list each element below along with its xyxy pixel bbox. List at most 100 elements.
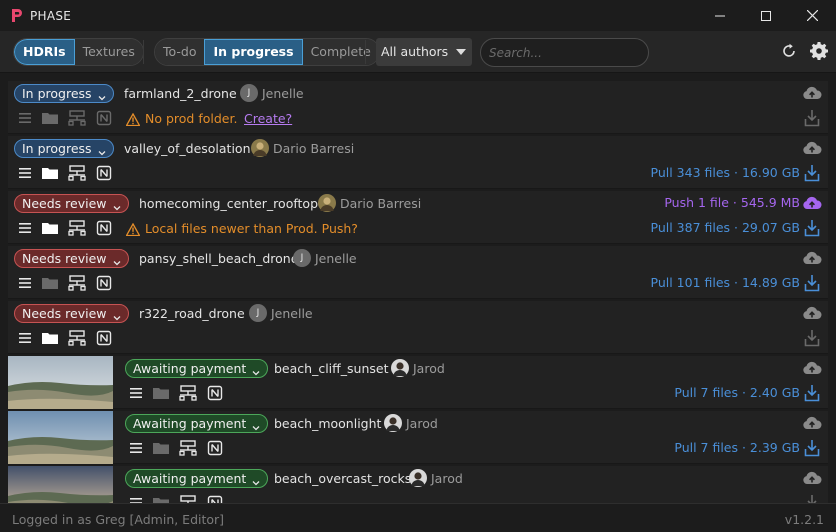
status-dropdown[interactable]: Needs review bbox=[14, 194, 129, 213]
notion-icon[interactable] bbox=[96, 220, 114, 236]
menu-icon[interactable] bbox=[16, 275, 34, 291]
pull-button[interactable]: Pull 7 files · 2.40 GB bbox=[674, 385, 800, 400]
status-dropdown[interactable]: Awaiting payment bbox=[125, 469, 269, 488]
download-icon[interactable] bbox=[804, 109, 820, 127]
menu-icon[interactable] bbox=[16, 330, 34, 346]
status-dropdown[interactable]: In progress bbox=[14, 139, 114, 158]
chevron-down-icon bbox=[113, 254, 121, 266]
folder-icon[interactable] bbox=[152, 385, 170, 401]
cloud-upload-icon[interactable] bbox=[802, 415, 822, 431]
folder-icon[interactable] bbox=[41, 165, 59, 181]
status-filter-tabs: To-do In progress Complete bbox=[154, 38, 380, 66]
notion-icon[interactable] bbox=[96, 110, 114, 126]
hdri-thumbnail[interactable] bbox=[8, 411, 113, 464]
status-label: In progress bbox=[22, 141, 92, 156]
menu-icon[interactable] bbox=[16, 165, 34, 181]
cloud-upload-icon[interactable] bbox=[802, 250, 822, 266]
search-input[interactable] bbox=[480, 38, 649, 67]
authors-dropdown[interactable]: All authors bbox=[376, 38, 472, 66]
asset-row: In progress valley_of_desolation Dario Bar… bbox=[8, 136, 828, 189]
network-share-icon[interactable] bbox=[67, 330, 87, 346]
notion-icon[interactable] bbox=[207, 385, 225, 401]
download-icon[interactable] bbox=[804, 329, 820, 347]
folder-icon[interactable] bbox=[41, 330, 59, 346]
tab-to-do[interactable]: To-do bbox=[155, 39, 205, 65]
cloud-upload-icon[interactable] bbox=[802, 85, 822, 101]
notion-icon[interactable] bbox=[207, 440, 225, 456]
folder-icon[interactable] bbox=[41, 110, 59, 126]
pull-button[interactable]: Pull 387 files · 29.07 GB bbox=[651, 220, 800, 235]
pull-button[interactable]: Pull 343 files · 16.90 GB bbox=[651, 165, 800, 180]
cloud-upload-icon[interactable] bbox=[802, 360, 822, 376]
network-share-icon[interactable] bbox=[178, 495, 198, 503]
folder-icon[interactable] bbox=[41, 220, 59, 236]
chevron-down-icon bbox=[113, 199, 121, 211]
status-dropdown[interactable]: Awaiting payment bbox=[125, 414, 269, 433]
notion-icon[interactable] bbox=[207, 495, 225, 503]
network-share-icon[interactable] bbox=[67, 220, 87, 236]
tab-complete[interactable]: Complete bbox=[302, 39, 379, 65]
author-avatar bbox=[318, 194, 336, 212]
warning-text: No prod folder. bbox=[145, 111, 238, 126]
author-name: Dario Barresi bbox=[273, 141, 355, 156]
menu-icon[interactable] bbox=[127, 440, 145, 456]
asset-row: Needs review homecoming_center_rooftop Dar… bbox=[8, 191, 828, 244]
download-icon[interactable] bbox=[804, 164, 820, 182]
asset-row: Awaiting payment beach_cliff_sunset Jarod P… bbox=[8, 356, 828, 409]
tab-hdris[interactable]: HDRIs bbox=[14, 39, 75, 65]
author-avatar bbox=[251, 139, 269, 157]
status-dropdown[interactable]: In progress bbox=[14, 84, 114, 103]
cloud-upload-icon[interactable] bbox=[802, 470, 822, 486]
network-share-icon[interactable] bbox=[67, 165, 87, 181]
title-bar: PHASE bbox=[0, 0, 836, 31]
hdri-thumbnail[interactable] bbox=[8, 356, 113, 409]
author-avatar: J bbox=[240, 84, 258, 102]
status-label: Needs review bbox=[22, 251, 107, 266]
tab-in-progress[interactable]: In progress bbox=[204, 39, 303, 65]
chevron-down-icon bbox=[252, 364, 260, 376]
notion-icon[interactable] bbox=[96, 165, 114, 181]
push-button[interactable]: Push 1 file · 545.9 MB bbox=[664, 195, 800, 210]
status-dropdown[interactable]: Needs review bbox=[14, 304, 129, 323]
pull-button[interactable]: Pull 7 files · 2.39 GB bbox=[674, 440, 800, 455]
author-avatar: J bbox=[249, 304, 267, 322]
version-label: v1.2.1 bbox=[784, 512, 824, 527]
notion-icon[interactable] bbox=[96, 330, 114, 346]
status-dropdown[interactable]: Needs review bbox=[14, 249, 129, 268]
create-folder-link[interactable]: Create? bbox=[244, 111, 292, 126]
chevron-down-icon bbox=[252, 474, 260, 486]
folder-icon[interactable] bbox=[152, 440, 170, 456]
chevron-down-icon bbox=[113, 309, 121, 321]
network-share-icon[interactable] bbox=[178, 440, 198, 456]
status-dropdown[interactable]: Awaiting payment bbox=[125, 359, 269, 378]
hdri-thumbnail[interactable] bbox=[8, 466, 113, 503]
cloud-upload-icon[interactable] bbox=[802, 140, 822, 156]
maximize-button[interactable] bbox=[743, 0, 789, 31]
cloud-upload-icon[interactable] bbox=[802, 305, 822, 321]
minimize-button[interactable] bbox=[697, 0, 743, 31]
download-icon[interactable] bbox=[804, 274, 820, 292]
download-icon[interactable] bbox=[804, 439, 820, 457]
menu-icon[interactable] bbox=[16, 220, 34, 236]
refresh-icon[interactable] bbox=[780, 42, 798, 60]
author-name: Jenelle bbox=[271, 306, 313, 321]
caret-down-icon bbox=[456, 49, 466, 55]
settings-gear-icon[interactable] bbox=[810, 42, 828, 60]
pull-button[interactable]: Pull 101 files · 14.89 GB bbox=[651, 275, 800, 290]
menu-icon[interactable] bbox=[127, 385, 145, 401]
folder-icon[interactable] bbox=[152, 495, 170, 503]
download-icon[interactable] bbox=[804, 219, 820, 237]
divider bbox=[143, 40, 144, 64]
folder-icon[interactable] bbox=[41, 275, 59, 291]
network-share-icon[interactable] bbox=[67, 110, 87, 126]
menu-icon[interactable] bbox=[16, 110, 34, 126]
network-share-icon[interactable] bbox=[178, 385, 198, 401]
download-icon[interactable] bbox=[804, 384, 820, 402]
menu-icon[interactable] bbox=[127, 495, 145, 503]
close-button[interactable] bbox=[789, 0, 835, 31]
network-share-icon[interactable] bbox=[67, 275, 87, 291]
cloud-upload-icon[interactable] bbox=[802, 195, 822, 211]
download-icon[interactable] bbox=[804, 494, 820, 503]
notion-icon[interactable] bbox=[96, 275, 114, 291]
tab-textures[interactable]: Textures bbox=[74, 39, 143, 65]
